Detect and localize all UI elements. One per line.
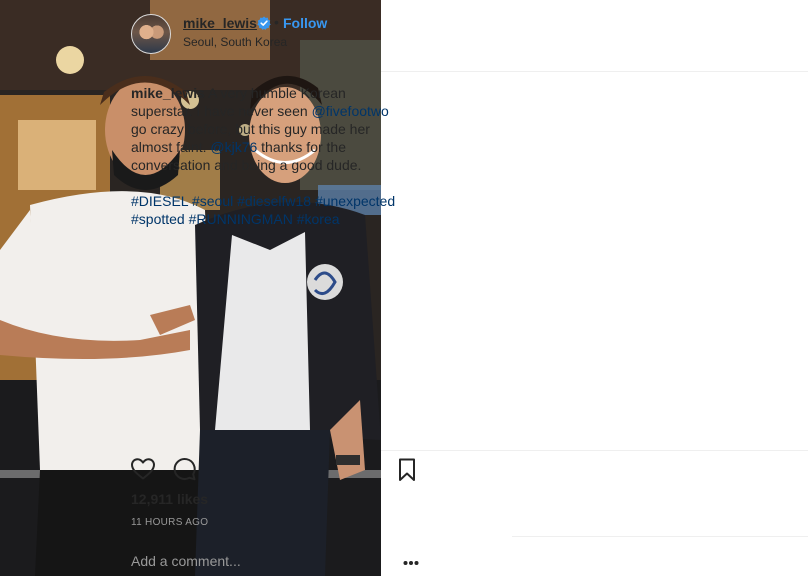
verified-badge-icon: [257, 16, 271, 30]
hashtag-link[interactable]: #RUNNINGMAN: [189, 211, 293, 227]
hashtag-link[interactable]: #DIESEL: [131, 193, 188, 209]
action-bar: [381, 450, 808, 490]
mention-link[interactable]: @kjk76: [210, 139, 257, 155]
hashtag-link[interactable]: #spotted: [131, 211, 185, 227]
speech-bubble-icon[interactable]: [171, 456, 197, 482]
like-count[interactable]: 12,911 likes: [131, 491, 208, 507]
hashtag-link[interactable]: #unexpected: [315, 193, 395, 209]
follow-button[interactable]: Follow: [283, 15, 327, 31]
separator-dot: •: [274, 14, 279, 30]
post-details-panel: [381, 0, 808, 576]
hashtag-link[interactable]: #seoul: [192, 193, 233, 209]
location-link[interactable]: Seoul, South Korea: [183, 35, 287, 49]
caption-username[interactable]: mike_lewis: [131, 85, 205, 101]
hashtag-link[interactable]: #dieselfw18: [237, 193, 311, 209]
post-timestamp[interactable]: 11 HOURS AGO: [131, 517, 208, 528]
comment-bar: [512, 536, 808, 576]
post-header: [381, 0, 808, 72]
hashtag-link[interactable]: #korea: [297, 211, 340, 227]
mention-link[interactable]: @fivefootwo: [312, 103, 389, 119]
hashtag-list: #DIESEL #seoul #dieselfw18 #unexpected #…: [131, 192, 403, 228]
avatar[interactable]: [131, 14, 171, 54]
heart-icon[interactable]: [130, 456, 156, 482]
username-link[interactable]: mike_lewis: [183, 15, 257, 31]
comment-input[interactable]: [131, 551, 361, 571]
bookmark-icon[interactable]: [394, 457, 420, 483]
ellipsis-icon[interactable]: [403, 560, 419, 566]
post-caption: mike_lewis A very humble Korean supersta…: [131, 84, 403, 174]
